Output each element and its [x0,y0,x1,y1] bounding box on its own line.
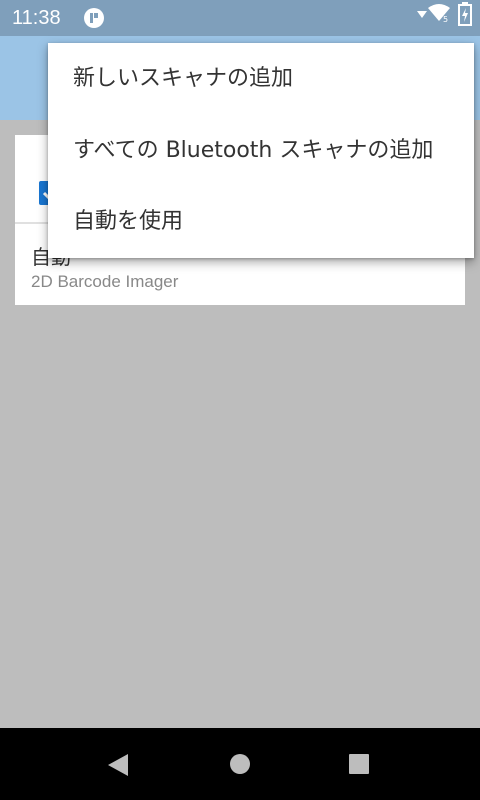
menu-item-label: 新しいスキャナの追加 [73,66,294,91]
signal-icon [417,11,427,18]
wifi-icon: 5 [428,4,450,23]
battery-charging-icon [458,2,472,26]
menu-item-label: すべての Bluetooth スキャナの追加 [73,138,434,163]
menu-item-add-new-scanner[interactable]: 新しいスキャナの追加 [48,43,474,115]
menu-item-use-auto[interactable]: 自動を使用 [48,186,474,258]
svg-text:5: 5 [443,15,448,23]
status-time: 11:38 [12,7,61,29]
menu-item-label: 自動を使用 [73,209,184,234]
status-bar: 11:38 5 [0,0,480,36]
navigation-bar [0,728,480,800]
menu-item-add-all-bluetooth-scanners[interactable]: すべての Bluetooth スキャナの追加 [48,115,474,187]
recent-apps-icon[interactable] [348,753,370,775]
back-icon[interactable] [106,752,130,778]
home-icon[interactable] [229,753,251,775]
scanner-subtitle: 2D Barcode Imager [31,272,179,291]
app-indicator-icon [84,8,104,28]
overflow-menu: 新しいスキャナの追加 すべての Bluetooth スキャナの追加 自動を使用 [48,43,474,258]
